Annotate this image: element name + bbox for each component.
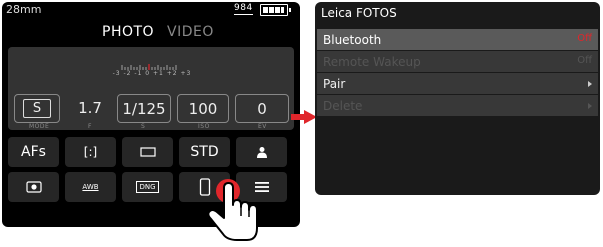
mode-value: S bbox=[23, 99, 51, 118]
white-balance-button[interactable]: AWB bbox=[65, 172, 116, 202]
delete-label: Delete bbox=[323, 99, 363, 113]
metering-button[interactable]: [:] bbox=[65, 137, 116, 167]
ev-label: EV bbox=[258, 123, 267, 130]
hand-pointer-icon bbox=[207, 179, 258, 241]
lens-focal-length: 28mm bbox=[6, 3, 42, 16]
remote-wakeup-label: Remote Wakeup bbox=[323, 55, 421, 69]
exposure-scale-labels: -3 -2 -1 0 +1 +2 +3 bbox=[112, 70, 192, 77]
iso-control[interactable]: 100 bbox=[177, 94, 229, 123]
record-icon bbox=[25, 181, 42, 193]
film-style-button[interactable]: STD bbox=[179, 137, 230, 167]
s-label: S bbox=[141, 123, 146, 130]
menu-item-pair[interactable]: Pair bbox=[317, 73, 598, 94]
menu-item-bluetooth[interactable]: Bluetooth Off bbox=[317, 29, 598, 50]
f-label: F bbox=[88, 123, 92, 130]
battery-icon bbox=[260, 4, 291, 16]
remote-wakeup-value: Off bbox=[577, 55, 592, 66]
leica-fotos-menu: Leica FOTOS Bluetooth Off Remote Wakeup … bbox=[315, 2, 600, 195]
tab-video[interactable]: VIDEO bbox=[167, 24, 214, 40]
mode-control[interactable]: S bbox=[14, 94, 60, 123]
drive-mode-button[interactable] bbox=[8, 172, 59, 202]
format-button[interactable] bbox=[122, 137, 173, 167]
bluetooth-value: Off bbox=[577, 33, 592, 44]
ev-control[interactable]: 0 bbox=[235, 94, 289, 123]
af-mode-button[interactable]: AFs bbox=[8, 137, 59, 167]
file-format-button[interactable]: DNG bbox=[122, 172, 173, 202]
menu-item-delete[interactable]: Delete bbox=[317, 95, 598, 116]
user-profile-button[interactable] bbox=[236, 137, 287, 167]
shutter-control[interactable]: 1/125 bbox=[117, 94, 171, 123]
arrow-right-icon bbox=[291, 110, 317, 124]
pair-label: Pair bbox=[323, 77, 346, 91]
dng-label: DNG bbox=[136, 181, 159, 193]
bluetooth-label: Bluetooth bbox=[323, 33, 382, 47]
person-icon bbox=[256, 147, 267, 158]
mode-label: MODE bbox=[29, 123, 50, 130]
iso-label: ISO bbox=[198, 123, 210, 130]
frame-format-icon bbox=[139, 147, 156, 157]
shots-remaining: 984 bbox=[234, 3, 253, 15]
chevron-right-icon bbox=[588, 103, 592, 109]
chevron-right-icon bbox=[588, 81, 592, 87]
menu-title: Leica FOTOS bbox=[321, 6, 397, 20]
aperture-control[interactable]: 1.7 bbox=[68, 94, 112, 121]
tab-photo[interactable]: PHOTO bbox=[102, 24, 154, 40]
menu-item-remote-wakeup[interactable]: Remote Wakeup Off bbox=[317, 51, 598, 72]
